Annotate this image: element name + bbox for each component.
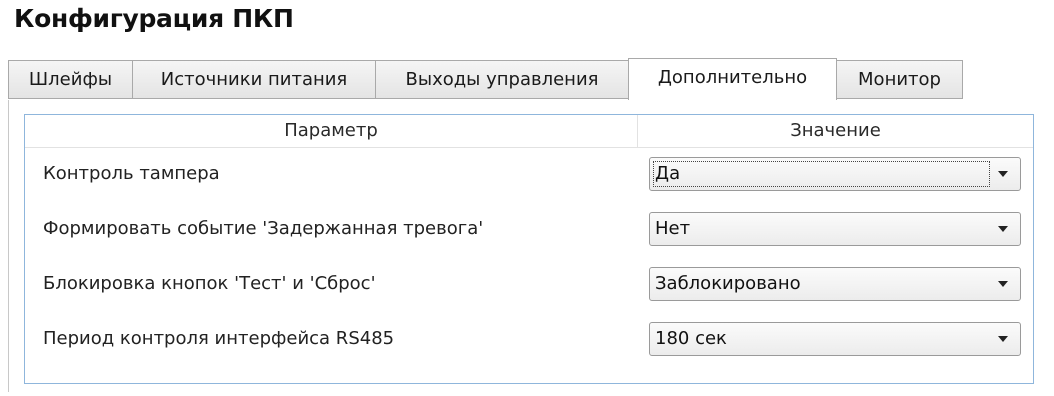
focus-indicator bbox=[653, 161, 990, 187]
page-title: Конфигурация ПКП bbox=[14, 4, 294, 33]
column-header-parameter[interactable]: Параметр bbox=[25, 115, 638, 147]
chevron-down-icon[interactable] bbox=[998, 171, 1008, 177]
row-label: Период контроля интерфейса RS485 bbox=[43, 328, 395, 349]
select-value: 180 сек bbox=[655, 328, 727, 349]
column-header-value[interactable]: Значение bbox=[638, 115, 1033, 147]
tamper-control-select[interactable]: Да bbox=[649, 157, 1021, 191]
delayed-alarm-select[interactable]: Нет bbox=[649, 212, 1021, 246]
config-window: Конфигурация ПКП Шлейфы Источники питани… bbox=[0, 0, 1054, 396]
row-label: Формировать событие 'Задержанная тревога… bbox=[43, 218, 484, 239]
tab-additional[interactable]: Дополнительно bbox=[628, 58, 837, 100]
tab-loops[interactable]: Шлейфы bbox=[8, 60, 133, 98]
grid-row-tamper-control: Контроль тампера Да bbox=[25, 148, 1033, 200]
select-value: Заблокировано bbox=[655, 273, 801, 294]
row-label: Контроль тампера bbox=[43, 163, 220, 184]
rs485-period-select[interactable]: 180 сек bbox=[649, 322, 1021, 356]
button-lock-select[interactable]: Заблокировано bbox=[649, 267, 1021, 301]
chevron-down-icon[interactable] bbox=[998, 281, 1008, 287]
grid-row-rs485-period: Период контроля интерфейса RS485 180 сек bbox=[25, 313, 1033, 365]
tab-control-outputs[interactable]: Выходы управления bbox=[375, 60, 629, 98]
settings-grid: Параметр Значение Контроль тампера Да Фо… bbox=[24, 114, 1034, 384]
tab-power-sources[interactable]: Источники питания bbox=[132, 60, 376, 98]
chevron-down-icon[interactable] bbox=[998, 226, 1008, 232]
tab-monitor[interactable]: Монитор bbox=[836, 60, 963, 98]
select-value: Нет bbox=[655, 218, 691, 239]
grid-row-button-lock: Блокировка кнопок 'Тест' и 'Сброс' Забло… bbox=[25, 258, 1033, 310]
grid-row-delayed-alarm: Формировать событие 'Задержанная тревога… bbox=[25, 203, 1033, 255]
grid-header: Параметр Значение bbox=[25, 115, 1033, 148]
tab-page-border bbox=[8, 100, 9, 392]
chevron-down-icon[interactable] bbox=[998, 336, 1008, 342]
row-label: Блокировка кнопок 'Тест' и 'Сброс' bbox=[43, 273, 376, 294]
select-value: Да bbox=[655, 163, 681, 184]
